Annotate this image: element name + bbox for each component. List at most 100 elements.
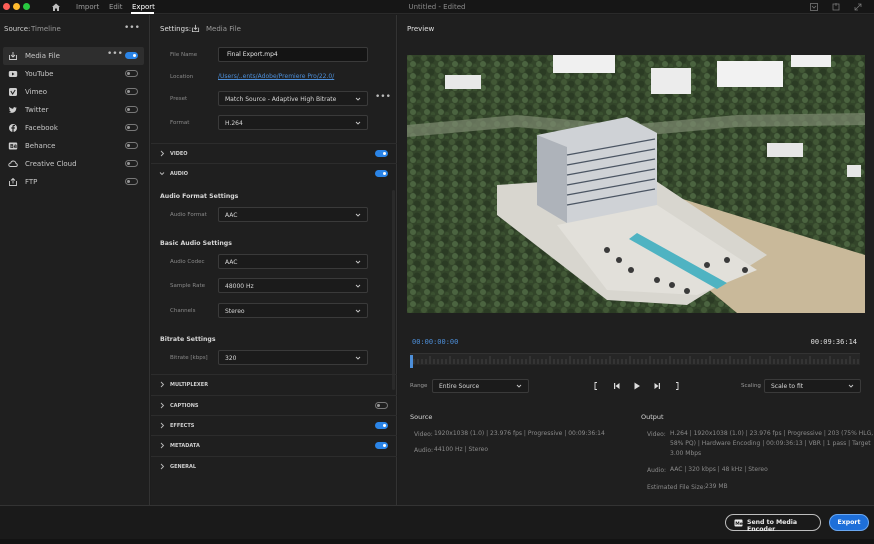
- destination-creative-cloud[interactable]: Creative Cloud: [3, 155, 144, 173]
- audio-format-label: Audio Format: [170, 212, 207, 218]
- set-in-point-icon[interactable]: [591, 381, 601, 391]
- video-toggle[interactable]: [375, 150, 388, 157]
- captions-toggle[interactable]: [375, 402, 388, 409]
- settings-title: Settings:: [160, 25, 192, 33]
- section-captions[interactable]: CAPTIONS: [151, 395, 397, 415]
- section-audio[interactable]: AUDIO: [151, 163, 397, 183]
- fullscreen-icon[interactable]: [853, 2, 863, 12]
- range-label: Range: [410, 383, 428, 389]
- section-label: EFFECTS: [170, 423, 195, 429]
- source-more-button[interactable]: •••: [124, 23, 140, 33]
- source-audio-label: Audio:: [414, 447, 434, 454]
- preset-label: Preset: [170, 96, 188, 102]
- destination-media-file[interactable]: Media File •••: [3, 47, 144, 65]
- destination-label: Media File: [25, 52, 60, 60]
- step-back-icon[interactable]: [612, 381, 622, 391]
- preset-select[interactable]: Match Source - Adaptive High Bitrate: [218, 91, 368, 106]
- destination-toggle[interactable]: [125, 88, 138, 95]
- destination-label: Behance: [25, 142, 56, 150]
- preview-title: Preview: [407, 25, 435, 33]
- export-button[interactable]: Export: [829, 514, 869, 531]
- chevron-down-icon: [355, 97, 361, 101]
- share-icon[interactable]: [831, 2, 841, 12]
- audio-toggle[interactable]: [375, 170, 388, 177]
- audio-format-settings-title: Audio Format Settings: [160, 193, 239, 200]
- section-metadata[interactable]: METADATA: [151, 435, 397, 455]
- creative-cloud-icon: [8, 160, 18, 167]
- timecode-out: 00:09:36:14: [810, 338, 857, 346]
- chevron-down-icon: [355, 213, 361, 217]
- audio-codec-select[interactable]: AAC: [218, 254, 368, 269]
- destination-vimeo[interactable]: Vimeo: [3, 83, 144, 101]
- section-general[interactable]: GENERAL: [151, 456, 397, 476]
- metadata-toggle[interactable]: [375, 442, 388, 449]
- destination-label: Twitter: [25, 106, 49, 114]
- bitrate-value: 320: [225, 355, 237, 362]
- location-link[interactable]: /Users/..ents/Adobe/Premiere Pro/22.0/: [218, 73, 334, 80]
- chevron-down-icon: [848, 384, 854, 388]
- set-out-point-icon[interactable]: [672, 381, 682, 391]
- title-bar: Import Edit Export Untitled - Edited: [0, 0, 874, 14]
- chevron-down-icon: [355, 356, 361, 360]
- window-title: Untitled - Edited: [408, 3, 466, 11]
- source-video-value: 1920x1038 (1.0) | 23.976 fps | Progressi…: [434, 430, 605, 437]
- section-multiplexer[interactable]: MULTIPLEXER: [151, 374, 397, 394]
- output-audio-label: Audio:: [647, 467, 667, 474]
- scaling-select[interactable]: Scale to fit: [764, 379, 861, 393]
- chevron-down-icon: [355, 121, 361, 125]
- destination-more-button[interactable]: •••: [107, 49, 123, 59]
- vimeo-icon: [9, 88, 17, 96]
- media-file-icon: [9, 52, 17, 60]
- audio-format-value: AAC: [225, 212, 238, 219]
- range-select[interactable]: Entire Source: [432, 379, 529, 393]
- destination-toggle[interactable]: [125, 142, 138, 149]
- sample-rate-value: 48000 Hz: [225, 283, 254, 290]
- source-label: Source:: [4, 25, 31, 33]
- section-label: CAPTIONS: [170, 403, 199, 409]
- twitter-icon: [9, 106, 17, 113]
- destination-youtube[interactable]: YouTube: [3, 65, 144, 83]
- facebook-icon: [9, 124, 17, 132]
- settings-destination: Media File: [206, 25, 241, 33]
- playhead[interactable]: [410, 355, 413, 368]
- send-to-media-encoder-button[interactable]: Me Send to Media Encoder: [725, 514, 821, 533]
- timeline-ticks: [413, 356, 859, 364]
- preset-more-button[interactable]: •••: [375, 92, 391, 102]
- destination-behance[interactable]: Bē Behance: [3, 137, 144, 155]
- destination-toggle[interactable]: [125, 178, 138, 185]
- bottom-bar: Me Send to Media Encoder Export: [0, 505, 874, 544]
- svg-text:Bē: Bē: [10, 144, 18, 150]
- youtube-icon: [8, 71, 18, 77]
- destination-twitter[interactable]: Twitter: [3, 101, 144, 119]
- section-video[interactable]: VIDEO: [151, 143, 397, 163]
- step-forward-icon[interactable]: [652, 381, 662, 391]
- preview-scene: [407, 55, 865, 313]
- file-name-input[interactable]: [218, 47, 368, 62]
- destination-toggle[interactable]: [125, 160, 138, 167]
- destination-toggle[interactable]: [125, 70, 138, 77]
- location-label: Location: [170, 74, 194, 80]
- preview-panel: Preview 00:00:00:00 00:09:36:14 Range En…: [398, 15, 874, 505]
- destination-toggle[interactable]: [125, 124, 138, 131]
- source-value[interactable]: Timeline: [31, 25, 61, 33]
- destination-toggle[interactable]: [125, 106, 138, 113]
- destination-toggle[interactable]: [125, 52, 138, 59]
- quick-export-icon[interactable]: [809, 2, 819, 12]
- channels-select[interactable]: Stereo: [218, 303, 368, 318]
- destination-ftp[interactable]: FTP: [3, 173, 144, 191]
- output-video-label: Video:: [647, 431, 666, 438]
- chevron-down-icon: [355, 309, 361, 313]
- play-icon[interactable]: [632, 381, 642, 391]
- section-effects[interactable]: EFFECTS: [151, 415, 397, 435]
- bitrate-select[interactable]: 320: [218, 350, 368, 365]
- chevron-down-icon: [159, 172, 165, 176]
- output-info-title: Output: [641, 413, 664, 421]
- settings-scrollbar[interactable]: [392, 190, 395, 390]
- sample-rate-select[interactable]: 48000 Hz: [218, 278, 368, 293]
- audio-format-select[interactable]: AAC: [218, 207, 368, 222]
- timeline-scrubber[interactable]: [410, 353, 860, 365]
- destination-facebook[interactable]: Facebook: [3, 119, 144, 137]
- destination-label: FTP: [25, 178, 38, 186]
- effects-toggle[interactable]: [375, 422, 388, 429]
- format-select[interactable]: H.264: [218, 115, 368, 130]
